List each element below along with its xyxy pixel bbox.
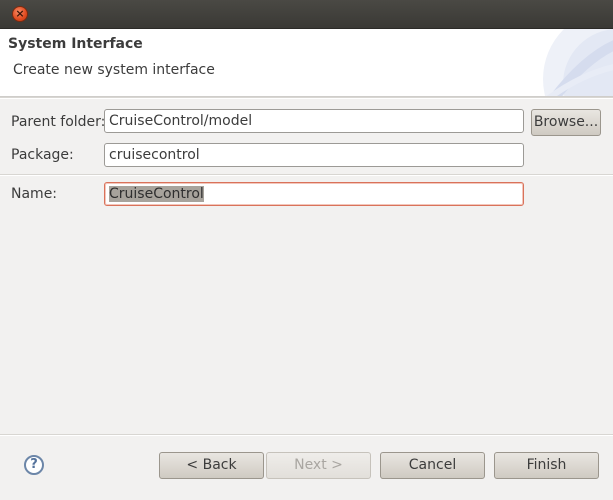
page-description: Create new system interface [13,62,215,78]
package-label: Package: [11,147,74,163]
footer-separator [0,434,613,436]
name-input[interactable]: CruiseControl [104,182,524,206]
back-button[interactable]: < Back [159,452,264,479]
browse-button[interactable]: Browse... [531,109,601,136]
next-button[interactable]: Next > [266,452,371,479]
close-icon[interactable]: × [12,6,28,22]
parent-folder-input[interactable]: CruiseControl/model [104,109,524,133]
title-bar: × [0,0,613,29]
parent-folder-label: Parent folder: [11,114,106,130]
package-input[interactable]: cruisecontrol [104,143,524,167]
cancel-button[interactable]: Cancel [380,452,485,479]
banner-decoration-icon [543,29,613,96]
form-separator [0,174,613,176]
wizard-banner: System Interface Create new system inter… [0,29,613,97]
name-label: Name: [11,186,58,202]
page-title: System Interface [8,36,143,52]
banner-separator [0,97,613,99]
help-icon[interactable]: ? [24,455,44,475]
name-input-selected-text: CruiseControl [109,186,204,202]
finish-button[interactable]: Finish [494,452,599,479]
